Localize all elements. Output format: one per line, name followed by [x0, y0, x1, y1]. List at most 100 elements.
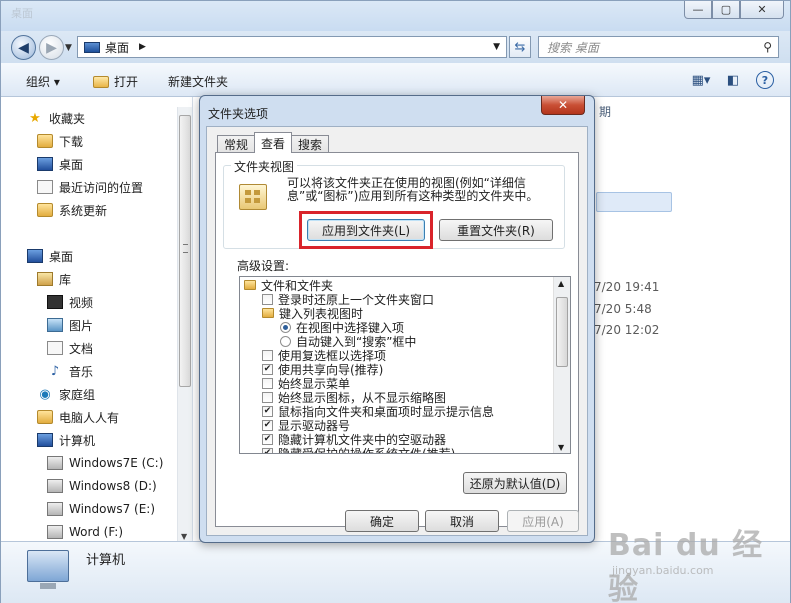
- search-icon[interactable]: ⚲: [763, 40, 772, 54]
- checkbox-checked[interactable]: ✔: [262, 405, 273, 417]
- command-bar: 组织 ▾ 打开 新建文件夹 ▦▾ ◧ ?: [1, 63, 790, 97]
- dialog-title: 文件夹选项: [208, 107, 269, 121]
- desktop-icon: [27, 249, 43, 263]
- video-library-icon: [47, 295, 63, 309]
- nav-item-desktop-fav[interactable]: 桌面: [37, 153, 83, 175]
- checkbox-checked[interactable]: ✔: [262, 433, 273, 445]
- nav-scroll-thumb[interactable]: [179, 115, 191, 387]
- refresh-button[interactable]: ⇆: [509, 36, 531, 58]
- checkbox-unchecked[interactable]: [262, 391, 273, 403]
- nav-item-videos[interactable]: 视频: [47, 291, 93, 313]
- nav-label: 下载: [59, 134, 84, 149]
- nav-item-drive-d[interactable]: Windows8 (D:): [47, 475, 157, 497]
- minimize-button[interactable]: —: [684, 1, 712, 19]
- apply-button[interactable]: 应用(A): [507, 510, 579, 532]
- checkbox-checked[interactable]: ✔: [262, 419, 273, 431]
- nav-item-system-update[interactable]: 系统更新: [37, 199, 107, 221]
- nav-item-drive-e[interactable]: Windows7 (E:): [47, 498, 155, 520]
- file-modified-time: 7/20 19:41: [594, 280, 660, 294]
- view-options-icon[interactable]: ▦▾: [690, 70, 712, 90]
- picture-library-icon: [47, 318, 63, 332]
- restore-defaults-button[interactable]: 还原为默认值(D): [463, 472, 567, 494]
- date-column-header[interactable]: 期: [599, 103, 611, 120]
- address-dropdown-icon[interactable]: ▼: [493, 42, 500, 52]
- new-folder-button[interactable]: 新建文件夹: [168, 73, 228, 90]
- cancel-button[interactable]: 取消: [425, 510, 499, 532]
- music-note-icon: ♪: [50, 363, 60, 379]
- radio-selected[interactable]: [280, 321, 291, 333]
- nav-item-favorites[interactable]: ★ 收藏夹: [27, 107, 85, 129]
- download-folder-icon: [37, 134, 53, 148]
- nav-label: 图片: [69, 318, 94, 333]
- nav-label: 计算机: [59, 433, 96, 448]
- dialog-close-button[interactable]: ✕: [541, 96, 585, 115]
- folder-views-title: 文件夹视图: [231, 158, 298, 175]
- nav-item-music[interactable]: ♪ 音乐: [47, 360, 93, 382]
- open-folder-icon: [93, 75, 109, 88]
- nav-scrollbar[interactable]: ▼: [177, 107, 192, 541]
- nav-item-documents[interactable]: 文档: [47, 337, 93, 359]
- breadcrumb-desktop[interactable]: 桌面: [105, 39, 129, 56]
- checkbox-unchecked[interactable]: [262, 293, 273, 305]
- tree-scrollbar[interactable]: ▲ ▼: [553, 277, 570, 453]
- maximize-button[interactable]: ▢: [712, 1, 740, 19]
- search-input[interactable]: 搜索 桌面 ⚲: [538, 36, 779, 58]
- checkbox-unchecked[interactable]: [262, 377, 273, 389]
- library-icon: [37, 272, 53, 286]
- back-button[interactable]: ◀: [11, 35, 36, 60]
- checkbox-checked[interactable]: ✔: [262, 447, 273, 453]
- forward-button[interactable]: ▶: [39, 35, 64, 60]
- nav-item-user-folder[interactable]: 电脑人人有: [37, 406, 119, 428]
- nav-label: Windows7E (C:): [69, 456, 164, 470]
- tab-view[interactable]: 查看: [254, 132, 293, 153]
- desktop-icon: [84, 41, 100, 53]
- nav-item-computer[interactable]: 计算机: [37, 429, 95, 451]
- address-bar-area: ◀ ▶ ▼ 桌面 ▶ ▼ ⇆ 搜索 桌面 ⚲: [1, 31, 790, 63]
- folder-views-description: 可以将该文件夹正在使用的视图(例如“详细信息”或“图标”)应用到所有这种类型的文…: [287, 176, 539, 203]
- checkbox-checked[interactable]: ✔: [262, 363, 273, 375]
- star-icon: ★: [29, 110, 41, 126]
- close-button[interactable]: ✕: [740, 1, 784, 19]
- nav-item-recent[interactable]: 最近访问的位置: [37, 176, 143, 198]
- nav-label: Windows7 (E:): [69, 502, 156, 516]
- search-placeholder: 搜索 桌面: [547, 40, 599, 55]
- nav-item-drive-c[interactable]: Windows7E (C:): [47, 452, 163, 474]
- help-button[interactable]: ?: [754, 70, 776, 90]
- nav-item-drive-f[interactable]: Word (F:): [47, 521, 123, 543]
- checkbox-unchecked[interactable]: [262, 349, 273, 361]
- nav-item-homegroup[interactable]: ◉ 家庭组: [37, 383, 95, 405]
- computer-monitor-icon: [27, 550, 69, 589]
- highlight-box: [299, 211, 433, 249]
- preview-pane-icon[interactable]: ◧: [722, 70, 744, 90]
- nav-label: 视频: [69, 295, 94, 310]
- advanced-settings-label: 高级设置:: [237, 259, 290, 273]
- tab-general[interactable]: 常规: [217, 135, 256, 153]
- tab-search[interactable]: 搜索: [291, 135, 330, 153]
- open-button[interactable]: 打开: [93, 73, 138, 90]
- scroll-down-arrow-icon[interactable]: ▼: [181, 532, 187, 541]
- folder-views-icon: [239, 184, 267, 210]
- advanced-settings-tree[interactable]: 文件和文件夹 登录时还原上一个文件夹窗口 键入列表视图时 在视图中选择键入项 自…: [239, 276, 571, 454]
- selected-row[interactable]: [596, 192, 672, 212]
- nav-item-downloads[interactable]: 下载: [37, 130, 83, 152]
- breadcrumb-chevron-icon[interactable]: ▶: [139, 42, 146, 52]
- radio-unselected[interactable]: [280, 335, 291, 347]
- nav-item-pictures[interactable]: 图片: [47, 314, 93, 336]
- organize-button[interactable]: 组织 ▾: [26, 73, 60, 90]
- folder-icon: [244, 280, 256, 290]
- details-title: 计算机: [86, 553, 126, 568]
- ok-button[interactable]: 确定: [345, 510, 419, 532]
- tree-scroll-thumb[interactable]: [556, 297, 568, 367]
- recent-pages-dropdown-icon[interactable]: ▼: [65, 43, 72, 53]
- tree-option[interactable]: ✔ 隐藏受保护的操作系统文件(推荐): [262, 446, 455, 453]
- reset-folders-button[interactable]: 重置文件夹(R): [439, 219, 553, 241]
- nav-item-libraries[interactable]: 库: [37, 268, 71, 290]
- folder-icon: [262, 308, 274, 318]
- address-input[interactable]: 桌面 ▶ ▼: [77, 36, 507, 58]
- recent-places-icon: [37, 180, 53, 194]
- scroll-up-arrow-icon[interactable]: ▲: [558, 279, 564, 288]
- computer-icon: [37, 433, 53, 447]
- nav-item-desktop[interactable]: 桌面: [27, 245, 73, 267]
- scroll-down-arrow-icon[interactable]: ▼: [558, 443, 564, 452]
- dialog-body: 常规 查看 搜索 文件夹视图 可以将该文件夹正在使用的视图(例如“详细信息”或“…: [206, 126, 588, 536]
